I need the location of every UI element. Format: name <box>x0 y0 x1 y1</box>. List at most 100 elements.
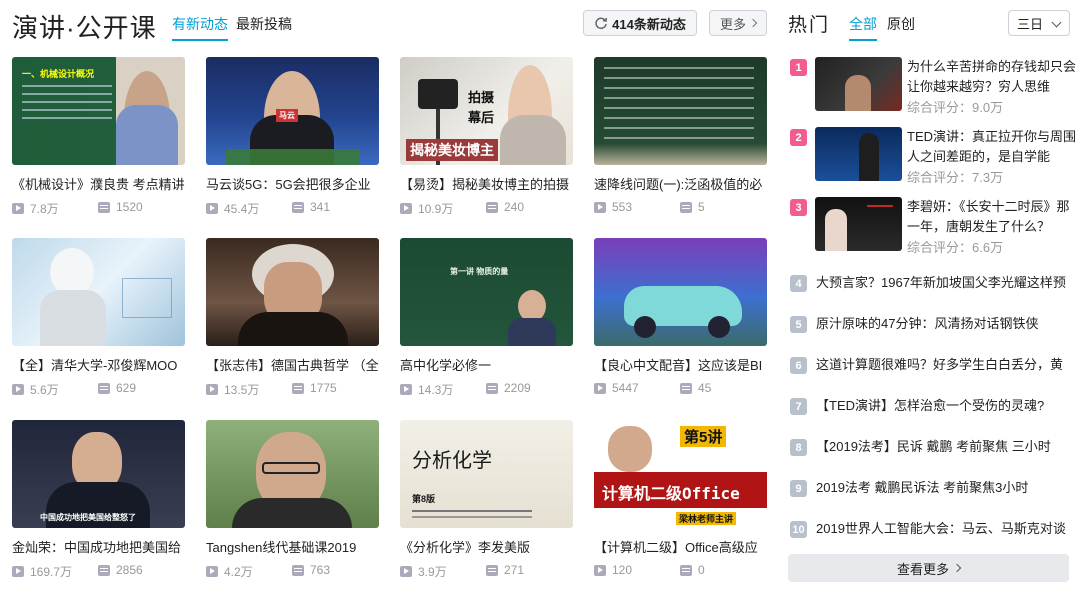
danmu-icon <box>98 201 110 213</box>
play-count: 45.4万 <box>206 200 259 217</box>
rank-item-top[interactable]: 1 为什么辛苦拼命的存钱却只会让你越来越穷？穷人思维 综合评分：9.0万 <box>788 57 1078 115</box>
rank-number: 7 <box>790 398 807 415</box>
play-count: 10.9万 <box>400 200 453 217</box>
rank-title[interactable]: 2019法考 戴鹏民诉法 考前聚焦3小时 <box>816 478 1078 498</box>
rank-number: 2 <box>790 129 807 146</box>
video-title[interactable]: 【张志伟】德国古典哲学 （全 <box>206 358 382 374</box>
danmu-count: 0 <box>680 563 705 577</box>
play-icon <box>206 566 218 577</box>
see-more-button[interactable]: 查看更多 <box>788 554 1069 582</box>
play-count: 14.3万 <box>400 381 453 398</box>
rank-item[interactable]: 9 2019法考 戴鹏民诉法 考前聚焦3小时 <box>788 478 1078 498</box>
video-card[interactable]: 【张志伟】德国古典哲学 （全 13.5万 1775 <box>206 238 379 406</box>
rank-item[interactable]: 8 【2019法考】民诉 戴鹏 考前聚焦 三小时 <box>788 437 1078 457</box>
video-thumbnail[interactable] <box>12 238 185 346</box>
video-card[interactable]: 第5讲 计算机二级Office 梁林老师主讲 【计算机二级】Office高级应 … <box>594 420 767 588</box>
video-thumbnail[interactable]: 中国成功地把美国给整怒了 <box>12 420 185 528</box>
video-thumbnail[interactable]: 拍摄 幕后 揭秘美妆博主 <box>400 57 573 165</box>
video-thumbnail[interactable]: 第一讲 物质的量 <box>400 238 573 346</box>
more-label: 更多 <box>719 16 746 32</box>
video-thumbnail[interactable]: 第5讲 计算机二级Office 梁林老师主讲 <box>594 420 767 528</box>
video-thumbnail[interactable] <box>206 420 379 528</box>
play-icon <box>206 384 218 395</box>
video-title[interactable]: 速降线问题(一):泛函极值的必 <box>594 177 770 193</box>
rank-thumbnail[interactable] <box>815 127 902 181</box>
danmu-count: 629 <box>98 381 136 395</box>
rank-item-top[interactable]: 2 TED演讲：真正拉开你与周围人之间差距的，是自学能 综合评分：7.3万 <box>788 127 1078 185</box>
rank-title[interactable]: TED演讲：真正拉开你与周围人之间差距的，是自学能 <box>907 127 1079 167</box>
rank-title[interactable]: 【2019法考】民诉 戴鹏 考前聚焦 三小时 <box>816 437 1078 457</box>
video-card[interactable]: 分析化学 第8版 《分析化学》李发美版 3.9万 271 <box>400 420 573 588</box>
rank-item[interactable]: 5 原汁原味的47分钟：风清扬对话钢铁侠 <box>788 314 1078 334</box>
thumb-caption: 计算机二级Office <box>602 484 740 503</box>
rank-item[interactable]: 6 这道计算题很难吗？好多学生白白丢分，黄 <box>788 355 1078 375</box>
video-thumbnail[interactable] <box>206 238 379 346</box>
video-card[interactable]: 速降线问题(一):泛函极值的必 553 5 <box>594 57 767 225</box>
section-title: 演讲·公开课 <box>12 13 157 43</box>
rank-title[interactable]: 这道计算题很难吗？好多学生白白丢分，黄 <box>816 355 1078 375</box>
video-title[interactable]: Tangshen线代基础课2019 <box>206 540 382 556</box>
more-button[interactable]: 更多 <box>709 10 767 36</box>
rank-thumbnail[interactable] <box>815 197 902 251</box>
video-card[interactable]: 一、机械设计概况 《机械设计》濮良贵 考点精讲 7.8万 1520 <box>12 57 185 225</box>
period-select[interactable]: 三日 <box>1008 10 1070 36</box>
play-count: 169.7万 <box>12 563 72 580</box>
video-thumbnail[interactable]: 一、机械设计概况 <box>12 57 185 165</box>
danmu-icon <box>486 382 498 394</box>
play-icon <box>12 566 24 577</box>
rank-title[interactable]: 2019世界人工智能大会：马云、马斯克对谈 <box>816 519 1078 539</box>
rank-title[interactable]: 为什么辛苦拼命的存钱却只会让你越来越穷？穷人思维 <box>907 57 1079 97</box>
video-title[interactable]: 马云谈5G：5G会把很多企业 <box>206 177 382 193</box>
chevron-right-icon <box>952 563 962 573</box>
thumb-caption: 拍摄 <box>468 90 495 105</box>
video-thumbnail[interactable] <box>594 57 767 165</box>
danmu-icon <box>680 382 692 394</box>
video-thumbnail[interactable] <box>594 238 767 346</box>
rank-title[interactable]: 【TED演讲】怎样治愈一个受伤的灵魂? <box>816 396 1078 416</box>
video-thumbnail[interactable]: 马云 <box>206 57 379 165</box>
rank-title[interactable]: 李碧妍：《长安十二时辰》那一年，唐朝发生了什么？ <box>907 197 1079 237</box>
thumb-caption: 马云 <box>276 109 298 122</box>
video-title[interactable]: 【全】清华大学-邓俊辉MOO <box>12 358 188 374</box>
refresh-activity-button[interactable]: 414条新动态 <box>583 10 697 36</box>
video-card[interactable]: 马云 马云谈5G：5G会把很多企业 45.4万 341 <box>206 57 379 225</box>
play-icon <box>594 382 606 394</box>
rank-item[interactable]: 10 2019世界人工智能大会：马云、马斯克对谈 <box>788 519 1078 539</box>
thumb-caption: 中国成功地把美国给整怒了 <box>40 513 136 522</box>
rank-title[interactable]: 原汁原味的47分钟：风清扬对话钢铁侠 <box>816 314 1078 334</box>
video-title[interactable]: 【良心中文配音】这应该是BI <box>594 358 770 374</box>
rank-number: 1 <box>790 59 807 76</box>
video-card[interactable]: Tangshen线代基础课2019 4.2万 763 <box>206 420 379 588</box>
thumb-caption: 第一讲 物质的量 <box>450 267 509 276</box>
rank-thumbnail[interactable] <box>815 57 902 111</box>
video-title[interactable]: 《机械设计》濮良贵 考点精讲 <box>12 177 188 193</box>
video-title[interactable]: 【计算机二级】Office高级应 <box>594 540 770 556</box>
thumb-caption: 分析化学 <box>412 450 492 472</box>
video-title[interactable]: 【易烫】揭秘美妆博主的拍摄 <box>400 177 576 193</box>
play-count: 4.2万 <box>206 563 253 580</box>
tab-all[interactable]: 全部 <box>849 14 877 41</box>
rank-title[interactable]: 大预言家？1967年新加坡国父李光耀这样预 <box>816 273 1078 293</box>
video-card[interactable]: 第一讲 物质的量 高中化学必修一 14.3万 2209 <box>400 238 573 406</box>
play-icon <box>594 201 606 213</box>
rank-item[interactable]: 7 【TED演讲】怎样治愈一个受伤的灵魂? <box>788 396 1078 416</box>
rank-item-top[interactable]: 3 李碧妍：《长安十二时辰》那一年，唐朝发生了什么？ 综合评分：6.6万 <box>788 197 1078 255</box>
video-title[interactable]: 金灿荣：中国成功地把美国给 <box>12 540 188 556</box>
tab-original[interactable]: 原创 <box>887 14 915 34</box>
thumb-caption: 梁林老师主讲 <box>676 512 737 525</box>
video-card[interactable]: 拍摄 幕后 揭秘美妆博主 【易烫】揭秘美妆博主的拍摄 10.9万 240 <box>400 57 573 225</box>
video-card[interactable]: 中国成功地把美国给整怒了 金灿荣：中国成功地把美国给 169.7万 2856 <box>12 420 185 588</box>
video-title[interactable]: 《分析化学》李发美版 <box>400 540 576 556</box>
rank-item[interactable]: 4 大预言家？1967年新加坡国父李光耀这样预 <box>788 273 1078 293</box>
danmu-icon <box>486 201 498 213</box>
video-title[interactable]: 高中化学必修一 <box>400 358 576 374</box>
danmu-icon <box>98 382 110 394</box>
video-thumbnail[interactable]: 分析化学 第8版 <box>400 420 573 528</box>
danmu-count: 271 <box>486 563 524 577</box>
rank-number: 6 <box>790 357 807 374</box>
play-icon <box>594 564 606 576</box>
tab-latest-posts[interactable]: 最新投稿 <box>236 14 292 34</box>
tab-new-activity[interactable]: 有新动态 <box>172 14 228 41</box>
video-card[interactable]: 【良心中文配音】这应该是BI 5447 45 <box>594 238 767 406</box>
video-card[interactable]: 【全】清华大学-邓俊辉MOO 5.6万 629 <box>12 238 185 406</box>
